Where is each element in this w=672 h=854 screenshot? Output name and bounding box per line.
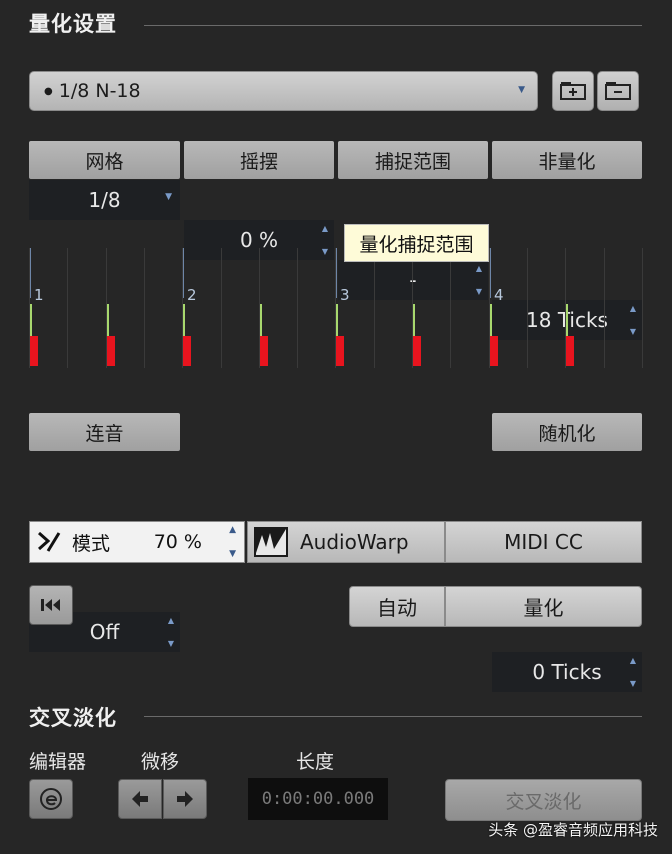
grid-dropdown[interactable]: 1/8 ▼ — [29, 180, 180, 220]
grid-line — [221, 248, 222, 368]
beat-line — [30, 248, 31, 298]
arrow-right-icon — [177, 791, 193, 807]
beat-number: 1 — [34, 286, 44, 304]
grid-line — [527, 248, 528, 368]
chevron-down-icon: ▼ — [165, 192, 172, 202]
beat-number: 3 — [340, 286, 350, 304]
quantize-target-marker — [30, 336, 38, 366]
arrow-down-icon[interactable]: ▼ — [229, 549, 236, 559]
non-quantize-zone — [566, 304, 568, 336]
non-quantize-zone — [413, 304, 415, 336]
length-label: 长度 — [296, 751, 335, 773]
audiowarp-icon — [254, 527, 288, 557]
audiowarp-label: AudioWarp — [300, 530, 409, 554]
mode-value: 70 % — [153, 531, 202, 553]
nudge-right-button[interactable] — [163, 779, 207, 819]
editor-icon — [40, 788, 62, 810]
tooltip: 量化捕捉范围 — [344, 224, 489, 262]
random-stepper[interactable]: 0 Ticks ▲ ▼ — [492, 652, 642, 692]
non-quantize-zone — [107, 304, 109, 336]
nudge-left-button[interactable] — [118, 779, 162, 819]
beat-line — [183, 248, 184, 298]
watermark: 头条 @盈睿音频应用科技 — [488, 821, 658, 839]
beat-line — [490, 248, 491, 298]
arrow-up-icon[interactable]: ▲ — [168, 616, 174, 625]
quantize-grid-display: 1 2 3 4 — [29, 248, 643, 368]
section-divider — [144, 716, 642, 717]
arrow-left-icon — [132, 791, 148, 807]
rewind-icon — [41, 599, 60, 611]
crossfade-section-title: 交叉淡化 — [29, 706, 117, 730]
arrow-down-icon[interactable]: ▼ — [168, 639, 174, 648]
preset-dropdown[interactable]: ● 1/8 N-18 ▼ — [29, 71, 538, 111]
grid-line — [144, 248, 145, 368]
quantize-target-marker — [183, 336, 191, 366]
non-quantize-zone — [183, 304, 185, 336]
grid-line — [297, 248, 298, 368]
open-editor-button[interactable] — [29, 779, 73, 819]
remove-preset-button[interactable] — [597, 71, 639, 111]
arrow-down-icon[interactable]: ▼ — [630, 679, 636, 688]
iterative-quantize-icon — [38, 531, 61, 552]
quantize-section-title: 量化设置 — [29, 12, 117, 36]
grid-line — [374, 248, 375, 368]
beat-line — [336, 248, 337, 298]
nudge-label: 微移 — [141, 751, 180, 773]
grid-line — [450, 248, 451, 368]
beat-number: 2 — [187, 286, 197, 304]
non-quantize-zone — [336, 304, 338, 336]
save-preset-button[interactable] — [552, 71, 594, 111]
non-quantize-header: 非量化 — [492, 141, 642, 179]
random-header: 随机化 — [492, 413, 642, 451]
grid-line — [642, 248, 643, 368]
grid-value: 1/8 — [88, 188, 121, 212]
preset-marker-icon: ● — [44, 85, 53, 97]
preset-value: 1/8 N-18 — [58, 80, 141, 102]
quantize-target-marker — [336, 336, 344, 366]
capture-range-header: 捕捉范围 — [338, 141, 488, 179]
mode-label: 模式 — [72, 532, 111, 555]
swing-header: 摇摆 — [184, 141, 334, 179]
iterative-mode-control[interactable]: 模式 70 % ▲ ▼ — [29, 521, 245, 563]
midi-cc-button[interactable]: MIDI CC — [445, 521, 642, 563]
beat-number: 4 — [494, 286, 504, 304]
grid-line — [67, 248, 68, 368]
quantize-target-marker — [260, 336, 268, 366]
arrow-up-icon[interactable]: ▲ — [630, 656, 636, 665]
grid-line — [604, 248, 605, 368]
quantize-target-marker — [566, 336, 574, 366]
section-divider — [144, 25, 642, 26]
tuplet-header: 连音 — [29, 413, 180, 451]
quantize-button[interactable]: 量化 — [445, 586, 642, 627]
non-quantize-zone — [30, 304, 32, 336]
grid-header: 网格 — [29, 141, 180, 179]
crossfade-button[interactable]: 交叉淡化 — [445, 779, 642, 821]
editor-label: 编辑器 — [29, 751, 87, 773]
audiowarp-button[interactable]: AudioWarp — [247, 521, 445, 563]
quantize-target-marker — [107, 336, 115, 366]
random-value: 0 Ticks — [532, 660, 602, 684]
non-quantize-zone — [260, 304, 262, 336]
auto-quantize-button[interactable]: 自动 — [349, 586, 445, 627]
arrow-up-icon[interactable]: ▲ — [322, 224, 328, 233]
remove-preset-icon — [605, 82, 631, 100]
non-quantize-zone — [490, 304, 492, 336]
reset-quantize-button[interactable] — [29, 585, 73, 625]
quantize-target-marker — [490, 336, 498, 366]
chevron-down-icon: ▼ — [518, 85, 525, 95]
add-preset-icon — [560, 82, 586, 100]
quantize-target-marker — [413, 336, 421, 366]
arrow-up-icon[interactable]: ▲ — [229, 525, 236, 535]
crossfade-length-field[interactable]: 0:00:00.000 — [248, 778, 388, 820]
tuplet-value: Off — [89, 620, 120, 644]
